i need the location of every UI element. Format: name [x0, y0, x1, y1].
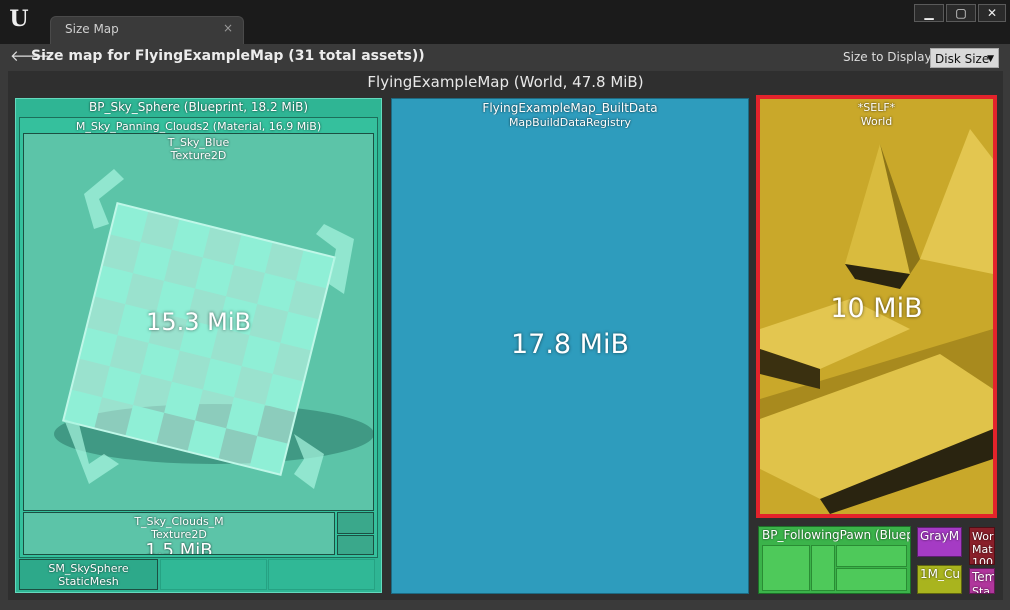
treemap-node-small-texture[interactable]	[337, 535, 374, 555]
treemap-node-world-material[interactable]: Wor Mat 100	[969, 527, 995, 565]
built-data-name: FlyingExampleMap_BuiltData	[482, 102, 658, 115]
arrow-left-icon[interactable]: 🡐	[10, 46, 50, 66]
treemap-node-pawn-child[interactable]	[762, 545, 810, 591]
minimize-button[interactable]: ▁	[914, 4, 944, 22]
sky-sphere-title: BP_Sky_Sphere (Blueprint, 18.2 MiB)	[89, 101, 308, 114]
treemap-node-static-mesh[interactable]: SM_SkySphere StaticMesh	[19, 559, 158, 590]
cube-mesh-name: 1M_Cu	[920, 568, 960, 581]
maximize-button[interactable]: ▢	[946, 4, 976, 22]
built-data-size: 17.8 MiB	[510, 329, 630, 360]
self-size: 10 MiB	[830, 293, 923, 324]
built-data-type: MapBuildDataRegistry	[508, 116, 632, 129]
texture-sky-clouds-size: 1.5 MiB	[145, 541, 213, 555]
page-title: Size map for FlyingExampleMap (31 total …	[31, 48, 425, 64]
treemap-node-gray-material[interactable]: GrayM	[917, 527, 962, 557]
texture-sky-clouds-type: Texture2D	[151, 528, 207, 541]
self-type: World	[860, 115, 893, 128]
size-to-display-dropdown[interactable]: Disk Size ▼	[930, 48, 999, 68]
treemap-node-following-pawn[interactable]: BP_FollowingPawn (Bluep	[758, 526, 911, 594]
treemap-node-cube-mesh[interactable]: 1M_Cu	[917, 565, 962, 594]
self-name: *SELF*	[857, 101, 896, 114]
material-title: M_Sky_Panning_Clouds2 (Material, 16.9 Mi…	[75, 120, 322, 133]
world-material-line3: 100	[972, 556, 993, 565]
chevron-down-icon: ▼	[987, 54, 994, 64]
static-mesh-name: SM_SkySphere	[48, 562, 129, 575]
gray-material-name: GrayM	[920, 530, 960, 543]
treemap-node-small-texture[interactable]	[337, 512, 374, 534]
close-button[interactable]: ✕	[978, 4, 1006, 22]
texture-sky-clouds-name: T_Sky_Clouds_M	[134, 515, 224, 528]
tab-size-map[interactable]: Size Map ×	[50, 16, 244, 44]
world-material-name: Wor	[972, 530, 994, 543]
treemap-node-small-asset[interactable]	[268, 559, 375, 590]
static-mesh-type: StaticMesh	[58, 575, 119, 588]
treemap-node-texture-sky-blue[interactable]: T_Sky_Blue Texture2D 15.3 MiB	[23, 133, 374, 511]
world-material-line2: Mat	[972, 543, 993, 556]
dropdown-value: Disk Size	[935, 52, 990, 66]
tab-label: Size Map	[65, 22, 119, 36]
treemap-node-small-asset[interactable]	[160, 559, 267, 590]
following-pawn-title: BP_FollowingPawn (Bluep	[762, 529, 910, 542]
treemap-node-template[interactable]: Tem Sta	[969, 568, 995, 594]
treemap-node-built-data[interactable]: FlyingExampleMap_BuiltData MapBuildDataR…	[391, 98, 749, 594]
treemap-node-pawn-child[interactable]	[836, 545, 907, 567]
treemap-node-texture-sky-clouds[interactable]: T_Sky_Clouds_M Texture2D 1.5 MiB	[23, 512, 335, 555]
texture-sky-blue-name: T_Sky_Blue	[167, 136, 230, 149]
tab-close-icon[interactable]: ×	[223, 21, 233, 35]
treemap-root-title: FlyingExampleMap (World, 47.8 MiB)	[367, 73, 644, 91]
treemap-node-self[interactable]: *SELF* World 10 MiB	[756, 95, 997, 518]
treemap-node-pawn-child[interactable]	[836, 568, 907, 591]
unreal-logo-icon: U	[9, 6, 29, 32]
template-name: Tem	[972, 571, 994, 584]
template-line2: Sta	[972, 585, 991, 594]
texture-sky-blue-size: 15.3 MiB	[146, 308, 251, 336]
texture-sky-blue-type: Texture2D	[170, 149, 227, 162]
size-to-display-label: Size to Display:	[843, 50, 935, 64]
treemap-node-pawn-child[interactable]	[811, 545, 835, 591]
